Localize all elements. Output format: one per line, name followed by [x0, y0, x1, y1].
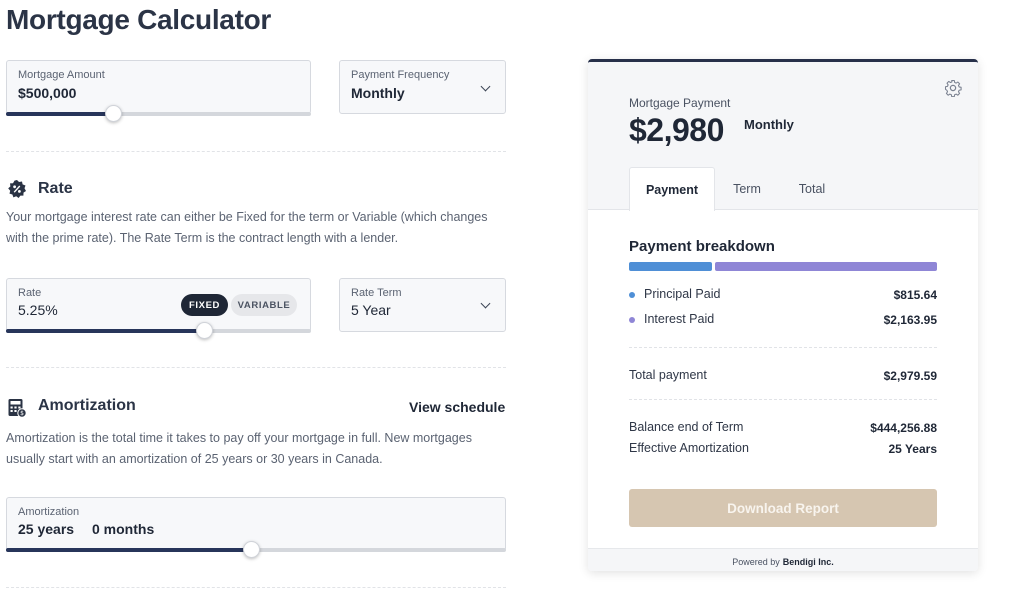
- rate-slider-fill: [6, 329, 204, 333]
- amortization-slider-fill: [6, 548, 251, 552]
- tab-payment[interactable]: Payment: [629, 167, 715, 211]
- principal-bar: [629, 262, 712, 271]
- principal-dot: [629, 292, 635, 298]
- section-divider: [6, 367, 506, 368]
- mortgage-payment-label: Mortgage Payment: [629, 96, 731, 110]
- chevron-down-icon: [480, 81, 491, 92]
- payment-summary-card: Mortgage Payment $2,980 Monthly Payment …: [588, 59, 978, 571]
- mortgage-amount-value[interactable]: $500,000: [18, 85, 76, 101]
- payment-frequency-select[interactable]: Payment Frequency Monthly: [339, 60, 506, 114]
- amortization-heading: Amortization: [38, 397, 136, 414]
- rate-slider-thumb[interactable]: [196, 322, 213, 339]
- mortgage-amount-field[interactable]: Mortgage Amount $500,000: [6, 60, 311, 114]
- rate-value[interactable]: 5.25%: [18, 302, 58, 318]
- chevron-down-icon: [480, 298, 491, 309]
- rate-label: Rate: [18, 287, 42, 299]
- principal-paid-value: $815.64: [893, 288, 937, 302]
- amortization-description: Amortization is the total time it takes …: [6, 431, 472, 466]
- interest-paid-value: $2,163.95: [883, 313, 937, 327]
- payment-breakdown-title: Payment breakdown: [629, 238, 775, 255]
- payment-frequency-value: Monthly: [351, 85, 405, 101]
- powered-by-name[interactable]: Bendigi Inc.: [783, 557, 834, 567]
- effective-amortization-label: Effective Amortization: [629, 441, 749, 455]
- section-divider: [6, 151, 506, 152]
- gear-icon[interactable]: [944, 79, 962, 97]
- mortgage-amount-slider-thumb[interactable]: [105, 105, 122, 122]
- payment-frequency-label: Payment Frequency: [351, 69, 450, 81]
- mortgage-amount-slider-track[interactable]: [6, 112, 311, 116]
- rate-term-label: Rate Term: [351, 287, 402, 299]
- mortgage-payment-amount: $2,980: [629, 112, 724, 148]
- amortization-slider-thumb[interactable]: [243, 541, 260, 558]
- rate-heading: Rate: [38, 180, 73, 197]
- interest-paid-label: Interest Paid: [644, 312, 715, 326]
- page-title: Mortgage Calculator: [6, 4, 272, 35]
- total-payment-label: Total payment: [629, 368, 707, 382]
- summary-divider: [629, 399, 937, 400]
- mortgage-payment-frequency: Monthly: [744, 117, 794, 132]
- balance-end-of-term-label: Balance end of Term: [629, 420, 744, 434]
- section-divider: [6, 587, 506, 588]
- amortization-label: Amortization: [18, 506, 80, 518]
- rate-slider-track[interactable]: [6, 329, 311, 333]
- powered-by-prefix: Powered by: [732, 556, 780, 567]
- balance-end-of-term-value: $444,256.88: [870, 421, 937, 435]
- tab-total[interactable]: Total: [784, 167, 840, 211]
- interest-bar: [715, 262, 937, 271]
- percent-badge-icon: [8, 180, 26, 198]
- mortgage-amount-slider-fill: [6, 112, 113, 116]
- total-payment-value: $2,979.59: [883, 369, 937, 383]
- amortization-years-value[interactable]: 25 years: [18, 521, 74, 537]
- variable-toggle[interactable]: VARIABLE: [231, 294, 297, 316]
- amortization-months-value[interactable]: 0 months: [92, 521, 154, 537]
- tab-term[interactable]: Term: [719, 167, 775, 211]
- mortgage-amount-label: Mortgage Amount: [18, 69, 105, 81]
- download-report-button[interactable]: Download Report: [629, 489, 937, 527]
- svg-text:$: $: [20, 410, 24, 417]
- powered-by-footer: Powered by Bendigi Inc.: [588, 548, 978, 571]
- interest-dot: [629, 317, 635, 323]
- view-schedule-link[interactable]: View schedule: [409, 399, 505, 415]
- effective-amortization-value: 25 Years: [888, 442, 938, 456]
- summary-divider: [629, 347, 937, 348]
- rate-description: Your mortgage interest rate can either b…: [6, 210, 488, 245]
- calculator-icon: $: [8, 399, 27, 418]
- rate-term-select[interactable]: Rate Term 5 Year: [339, 278, 506, 332]
- fixed-toggle[interactable]: FIXED: [181, 294, 228, 316]
- principal-paid-label: Principal Paid: [644, 287, 721, 301]
- rate-term-value: 5 Year: [351, 302, 391, 318]
